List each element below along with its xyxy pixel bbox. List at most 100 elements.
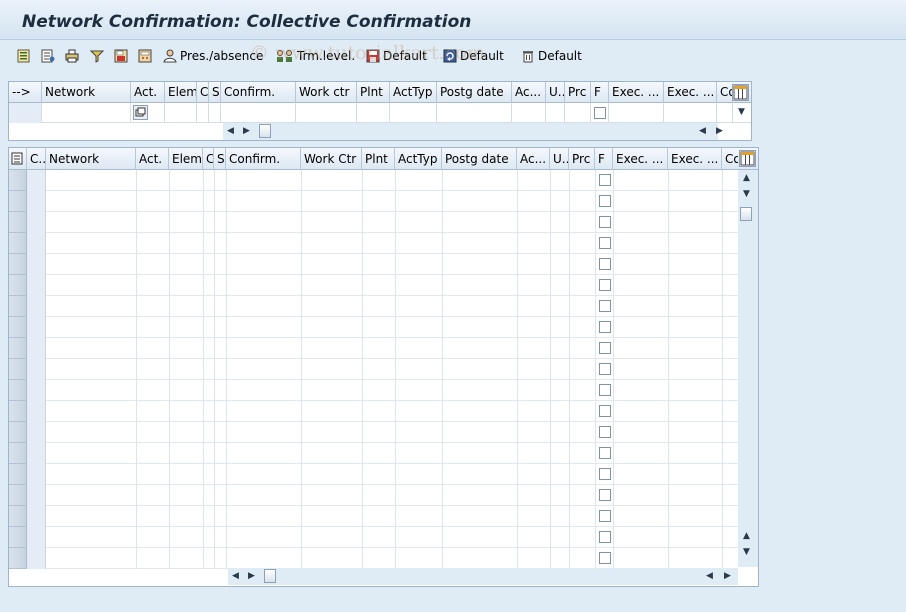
column-header-process[interactable]: Prc	[565, 82, 591, 103]
table-row[interactable]	[9, 527, 738, 548]
value-help-icon[interactable]	[133, 105, 148, 120]
column-header-posting-date[interactable]: Postg date	[437, 82, 512, 103]
final-confirmation-checkbox[interactable]	[599, 237, 611, 249]
row-selector[interactable]	[9, 275, 27, 296]
column-header-work-center[interactable]: Work Ctr	[301, 148, 362, 170]
column-header-plant[interactable]: Plnt	[357, 82, 390, 103]
row-selector[interactable]	[9, 212, 27, 233]
table-settings-button[interactable]	[9, 148, 27, 170]
final-confirmation-checkbox[interactable]	[599, 468, 611, 480]
scroll-right-end-icon[interactable]: ▶	[724, 572, 731, 581]
save-layout-button[interactable]	[114, 47, 128, 65]
scroll-right-icon[interactable]: ▶	[243, 127, 250, 136]
column-header-s[interactable]: S	[214, 148, 226, 170]
table-row[interactable]	[9, 275, 738, 296]
row-selector[interactable]	[9, 506, 27, 527]
column-header-final[interactable]: F	[595, 148, 613, 170]
final-confirmation-checkbox[interactable]	[599, 426, 611, 438]
column-header-arrow[interactable]: -->	[9, 82, 42, 103]
plant-input[interactable]	[357, 103, 390, 123]
final-confirmation-checkbox[interactable]	[594, 107, 606, 119]
entry-row-selector[interactable]	[9, 103, 42, 123]
column-header-confirmation[interactable]: Confirm.	[226, 148, 301, 170]
default-refresh-button[interactable]: Default	[443, 47, 504, 65]
network-input[interactable]	[42, 103, 131, 123]
element-input[interactable]	[165, 103, 197, 123]
scroll-down-icon[interactable]: ▼	[738, 108, 745, 117]
row-selector[interactable]	[9, 401, 27, 422]
posting-date-input[interactable]	[437, 103, 512, 123]
column-header-unit[interactable]: U..	[550, 148, 569, 170]
table-row[interactable]	[9, 443, 738, 464]
table-row[interactable]	[9, 317, 738, 338]
filter-button[interactable]	[90, 47, 104, 65]
calculate-button[interactable]	[138, 47, 152, 65]
scroll-left-end-icon[interactable]: ◀	[699, 127, 706, 136]
trm-level-button[interactable]: Trm.level.	[276, 47, 355, 65]
final-confirmation-checkbox[interactable]	[599, 489, 611, 501]
column-header-final[interactable]: F	[591, 82, 609, 103]
row-selector[interactable]	[9, 296, 27, 317]
final-confirmation-checkbox[interactable]	[599, 510, 611, 522]
row-selector[interactable]	[9, 443, 27, 464]
final-confirmation-checkbox[interactable]	[599, 363, 611, 375]
column-header-process[interactable]: Prc	[569, 148, 595, 170]
default-save-button[interactable]: Default	[366, 47, 427, 65]
column-header-c-status[interactable]: C..	[27, 148, 46, 170]
column-header-network[interactable]: Network	[42, 82, 131, 103]
scroll-thumb[interactable]	[740, 207, 752, 221]
scroll-down-end-icon[interactable]: ▼	[743, 548, 750, 557]
column-settings-button[interactable]	[732, 84, 749, 101]
presence-absence-button[interactable]: Pres./absence	[163, 47, 263, 65]
table-row[interactable]	[9, 170, 738, 191]
table-row[interactable]	[9, 296, 738, 317]
final-confirmation-checkbox[interactable]	[599, 279, 611, 291]
row-selector[interactable]	[9, 338, 27, 359]
table-row[interactable]	[9, 422, 738, 443]
unit-input[interactable]	[546, 103, 565, 123]
select-all-button[interactable]	[17, 47, 31, 65]
table-row[interactable]	[9, 506, 738, 527]
column-header-actual[interactable]: Ac...	[517, 148, 550, 170]
final-confirmation-checkbox[interactable]	[599, 405, 611, 417]
column-header-element[interactable]: Elem	[169, 148, 203, 170]
row-selector[interactable]	[9, 317, 27, 338]
table-hscrollbar[interactable]: ◀ ▶ ◀ ▶	[228, 568, 738, 585]
column-header-co[interactable]: Co	[722, 148, 738, 170]
exec-1-input[interactable]	[609, 103, 664, 123]
table-row[interactable]	[9, 359, 738, 380]
row-selector[interactable]	[9, 233, 27, 254]
column-header-confirmation[interactable]: Confirm.	[221, 82, 296, 103]
table-row[interactable]	[9, 401, 738, 422]
final-confirmation-checkbox[interactable]	[599, 216, 611, 228]
scroll-left-icon[interactable]: ◀	[227, 127, 234, 136]
column-header-activity-type[interactable]: ActTyp	[395, 148, 442, 170]
column-header-exec-1[interactable]: Exec. ...	[609, 82, 664, 103]
table-row[interactable]	[9, 548, 738, 569]
table-row[interactable]	[9, 464, 738, 485]
row-selector[interactable]	[9, 170, 27, 191]
scroll-up-icon[interactable]: ▲	[743, 174, 750, 183]
column-header-element[interactable]: Elem	[165, 82, 197, 103]
final-confirmation-checkbox[interactable]	[599, 384, 611, 396]
exec-2-input[interactable]	[664, 103, 717, 123]
print-button[interactable]	[65, 47, 79, 65]
column-header-activity[interactable]: Act.	[131, 82, 165, 103]
row-selector[interactable]	[9, 485, 27, 506]
final-confirmation-checkbox[interactable]	[599, 447, 611, 459]
entry-grid-hscrollbar[interactable]: ◀ ▶ ◀ ▶	[223, 123, 723, 140]
column-header-c[interactable]: C	[197, 82, 209, 103]
final-confirmation-checkbox[interactable]	[599, 321, 611, 333]
row-selector[interactable]	[9, 380, 27, 401]
actual-input[interactable]	[512, 103, 546, 123]
scroll-down-icon[interactable]: ▼	[743, 190, 750, 199]
final-confirmation-checkbox[interactable]	[599, 300, 611, 312]
scroll-right-end-icon[interactable]: ▶	[716, 127, 723, 136]
column-header-c[interactable]: C	[203, 148, 214, 170]
column-header-exec-1[interactable]: Exec. ...	[613, 148, 668, 170]
scroll-thumb[interactable]	[259, 124, 271, 138]
table-row[interactable]	[9, 338, 738, 359]
scroll-up-end-icon[interactable]: ▲	[743, 532, 750, 541]
final-confirmation-checkbox[interactable]	[599, 342, 611, 354]
row-selector[interactable]	[9, 422, 27, 443]
